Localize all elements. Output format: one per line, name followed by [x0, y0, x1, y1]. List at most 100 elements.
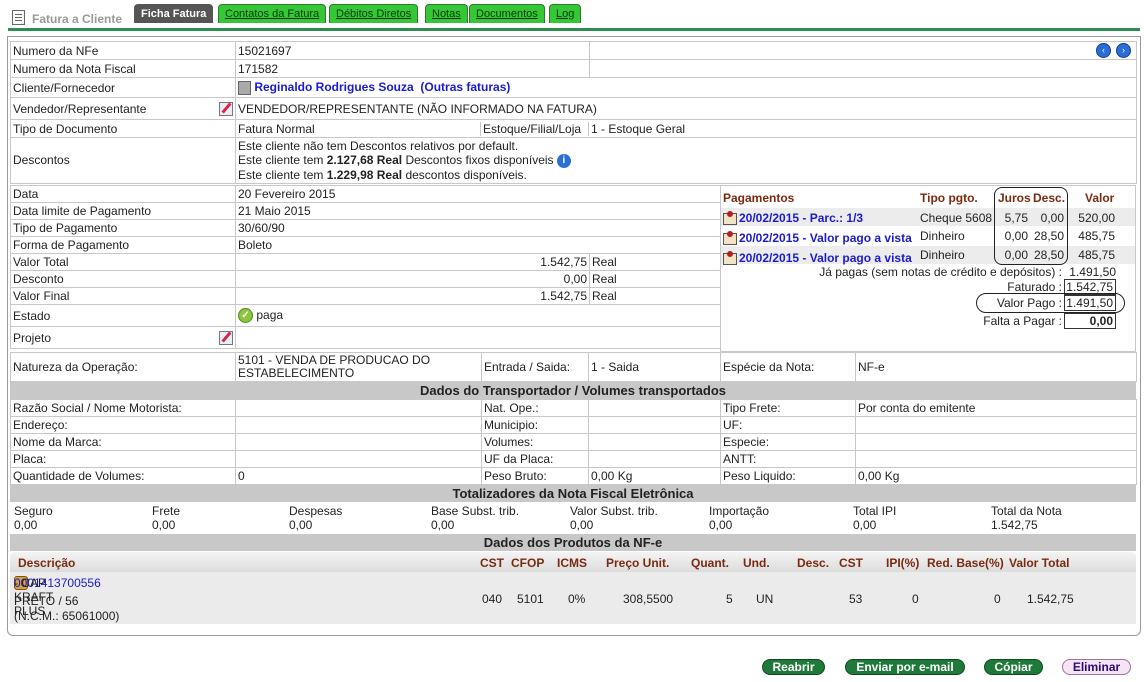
qtd-volumes-label: Quantidade de Volumes: — [10, 467, 236, 485]
product-cfop: 5101 — [517, 592, 544, 606]
juros-desc-highlight — [994, 187, 1068, 265]
col-icms: ICMS — [557, 556, 587, 570]
peso-liquido-label: Peso Liquido: — [720, 467, 856, 485]
transport-section-title: Dados do Transportador / Volumes transpo… — [10, 382, 1136, 399]
total-seguro-value: 0,00 — [14, 518, 38, 532]
total-importacao-label: Importação — [709, 504, 770, 518]
paid-status-icon: ✓ — [238, 308, 253, 324]
product-row: 0001413700556 - CAP KRAFT PLUS PRETO / 5… — [10, 572, 1136, 624]
tipo-frete-value: Por conta do emitente — [855, 399, 1137, 417]
total-base-subst-value: 0,00 — [431, 518, 455, 532]
especie-value: NF-e — [855, 352, 1137, 382]
tab-documentos[interactable]: Documentos — [469, 4, 545, 23]
enviar-email-button[interactable]: Enviar por e-mail — [845, 659, 965, 675]
nf-value: 171582 — [235, 59, 590, 78]
nfe-label: Numero da NFe — [10, 41, 236, 60]
valor-total-value: 1.542,75 — [235, 253, 590, 271]
cliente-link[interactable]: Reginaldo Rodrigues Souza — [254, 80, 413, 94]
products-section-title: Dados dos Produtos da NF-e — [10, 534, 1136, 551]
ja-pagas-value: 1.491,50 — [1069, 265, 1116, 279]
vendedor-value: VENDEDOR/REPRESENTANTE (NÃO INFORMADO NA… — [235, 97, 1137, 120]
transport-especie-label: Especie: — [720, 433, 856, 451]
nfe-value: 15021697 — [235, 41, 590, 60]
invoice-document-icon — [12, 10, 25, 25]
info-icon[interactable]: i — [556, 153, 571, 168]
col-preco: Preço Unit. — [606, 556, 670, 570]
invoice-header-table: Numero da NFe 15021697 Numero da Nota Fi… — [10, 41, 1137, 184]
total-valor-subst-label: Valor Subst. trib. — [570, 504, 658, 518]
payments-tipo-header: Tipo pgto. — [920, 191, 978, 205]
col-red-base: Red. Base(%) — [927, 556, 1004, 570]
tab-ficha-fatura[interactable]: Ficha Fatura — [134, 4, 214, 23]
col-cfop: CFOP — [511, 556, 545, 570]
desc-disponiveis-amount: 1.229,98 Real — [326, 167, 403, 182]
payments-valor-header: Valor — [1085, 191, 1115, 205]
eliminar-button[interactable]: Eliminar — [1062, 659, 1131, 675]
edit-vendedor-icon[interactable] — [219, 101, 233, 116]
marca-label: Nome da Marca: — [10, 433, 236, 451]
natureza-label: Natureza da Operação: — [10, 352, 236, 382]
product-red-base: 0 — [994, 592, 1001, 606]
product-preco: 308,5500 — [623, 592, 674, 606]
total-base-subst-label: Base Subst. trib. — [431, 504, 520, 518]
desc-line1: Este cliente não tem Descontos relativos… — [238, 139, 519, 153]
cliente-label: Cliente/Fornecedor — [10, 77, 236, 98]
product-valor-total: 1.542,75 — [1027, 592, 1074, 606]
total-frete-label: Frete — [152, 504, 181, 518]
faturado-label: Faturado : — [1007, 280, 1062, 294]
payment-valor: 485,75 — [1078, 229, 1115, 243]
desconto-currency: Real — [589, 270, 721, 288]
payment-tipo: Dinheiro — [920, 248, 965, 262]
valor-final-currency: Real — [589, 287, 721, 305]
vendedor-label: Vendedor/Representante — [13, 101, 147, 116]
tab-log[interactable]: Log — [549, 4, 582, 23]
tab-underline — [8, 28, 1140, 31]
total-ipi-value: 0,00 — [853, 518, 877, 532]
payment-icon — [723, 210, 737, 225]
tipo-pagamento-label: Tipo de Pagamento — [10, 219, 236, 237]
valor-final-value: 1.542,75 — [235, 287, 590, 305]
tipo-frete-label: Tipo Frete: — [720, 399, 856, 417]
tab-contatos-fatura[interactable]: Contatos da Fatura — [218, 4, 327, 23]
valor-total-label: Valor Total — [10, 253, 236, 271]
projeto-label: Projeto — [13, 330, 52, 345]
estoque-label: Estoque/Filial/Loja — [480, 121, 588, 136]
ja-pagas-label: Já pagas (sem notas de crédito e depósit… — [819, 265, 1062, 279]
payment-link[interactable]: 20/02/2015 - Parc.: 1/3 — [739, 211, 863, 225]
entrada-value: 1 - Saida — [588, 352, 721, 382]
tab-notas[interactable]: Notas — [425, 4, 468, 23]
nf-label: Numero da Nota Fiscal — [10, 59, 236, 78]
payment-link[interactable]: 20/02/2015 - Valor pago a vista — [739, 231, 912, 245]
reabrir-button[interactable]: Reabrir — [762, 659, 825, 675]
products-header: Descrição CST CFOP ICMS Preço Unit. Quan… — [10, 552, 1136, 572]
total-frete-value: 0,00 — [152, 518, 176, 532]
edit-projeto-icon[interactable] — [219, 330, 233, 345]
product-cst2: 53 — [849, 592, 863, 606]
product-und: UN — [756, 592, 774, 606]
tab-debitos-diretos[interactable]: Débitos Diretos — [329, 4, 419, 23]
tipo-pagamento-value: 30/60/90 — [235, 219, 721, 237]
totals-section-title: Totalizadores da Nota Fiscal Eletrônica — [10, 485, 1136, 502]
client-icon — [238, 80, 251, 95]
total-despesas-value: 0,00 — [289, 518, 313, 532]
total-nota-value: 1.542,75 — [991, 518, 1038, 532]
volumes-label: Volumes: — [481, 433, 589, 451]
product-icms: 0% — [568, 592, 586, 606]
copiar-button[interactable]: Cópiar — [984, 659, 1043, 675]
payment-row: 20/02/2015 - Valor pago a vista — [723, 230, 912, 245]
payment-tipo: Cheque 5608 — [920, 211, 993, 225]
total-ipi-label: Total IPI — [853, 504, 897, 518]
payment-link[interactable]: 20/02/2015 - Valor pago a vista — [739, 251, 912, 265]
product-ncm: (N.C.M.: 65061000) — [14, 609, 120, 623]
total-nota-label: Total da Nota — [991, 504, 1062, 518]
peso-liquido-value: 0,00 Kg — [855, 467, 1137, 485]
invoice-details-table: Data 20 Fevereiro 2015 Data limite de Pag… — [10, 185, 721, 349]
transport-table: Razão Social / Nome Motorista: Nat. Ope.:… — [10, 399, 1137, 485]
qtd-volumes-value: 0 — [235, 467, 482, 485]
entrada-label: Entrada / Saida: — [481, 352, 589, 382]
col-valor-total: Valor Total — [1009, 556, 1070, 570]
estado-value: paga — [256, 307, 284, 322]
col-cst2: CST — [839, 556, 863, 570]
antt-label: ANTT: — [720, 450, 856, 468]
outras-faturas-link[interactable]: (Outras faturas) — [420, 80, 510, 94]
